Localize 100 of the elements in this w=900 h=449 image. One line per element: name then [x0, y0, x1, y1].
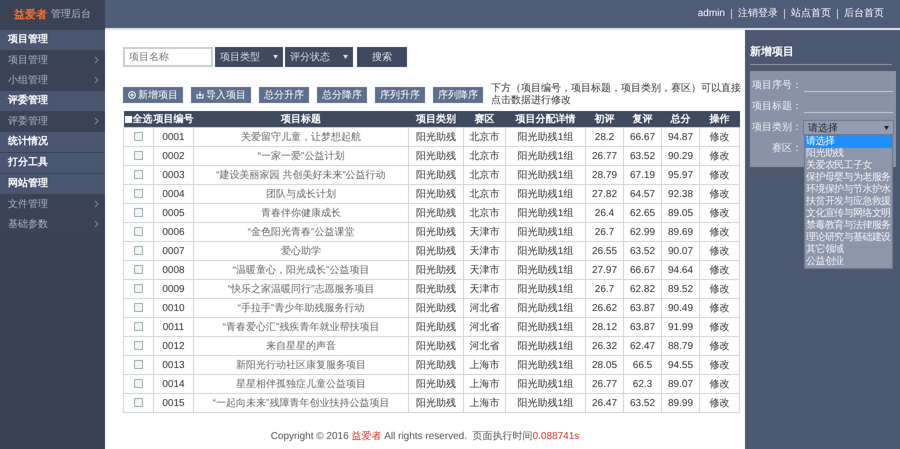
table-cell: 阳光助残1组: [506, 204, 586, 222]
column-header: 复评: [624, 111, 662, 128]
table-cell: 阳光助残: [408, 222, 464, 242]
table-cell: 26.7: [586, 222, 624, 242]
table-cell: 0014: [154, 374, 194, 394]
field-label: 项目标题：: [752, 100, 802, 113]
table-cell: 上海市: [464, 356, 506, 374]
sidebar-item-label: 小组管理: [8, 74, 48, 87]
table-cell: 阳光助残1组: [506, 166, 586, 184]
table-cell: 北京市: [464, 204, 506, 222]
table-cell: 河北省: [464, 336, 506, 356]
table-cell: 90.07: [662, 242, 700, 260]
table-cell: 26.62: [586, 298, 624, 318]
table-cell: 63.87: [624, 298, 662, 318]
table-cell: 0013: [154, 356, 194, 374]
table-cell: 63.52: [624, 242, 662, 260]
table-cell: 阳光助残: [408, 184, 464, 204]
column-header: 总分: [662, 111, 700, 128]
column-header: 操作: [700, 111, 740, 128]
table-cell: 0015: [154, 394, 194, 412]
table-cell: 62.82: [624, 280, 662, 298]
table-cell: 67.19: [624, 166, 662, 184]
column-header: 初评: [586, 111, 624, 128]
table-cell: 0010: [154, 298, 194, 318]
table-cell: 阳光助残: [408, 298, 464, 318]
table-cell: 89.05: [662, 204, 700, 222]
panel-title: 新增项目: [750, 44, 892, 65]
table-cell: 0011: [154, 318, 194, 336]
table-cell: 阳光助残: [408, 356, 464, 374]
table-cell: 阳光助残1组: [506, 394, 586, 412]
table-cell: 爱心助学: [194, 242, 408, 260]
table-cell: 94.64: [662, 260, 700, 280]
table-cell: 北京市: [464, 128, 506, 146]
table-cell: 90.29: [662, 146, 700, 166]
table-cell: 阳光助残: [408, 336, 464, 356]
table-cell: 0008: [154, 260, 194, 280]
table-cell: 90.49: [662, 298, 700, 318]
table-cell: 阳光助残1组: [506, 318, 586, 336]
table-cell: 天津市: [464, 260, 506, 280]
user-name: admin: [696, 9, 726, 19]
column-header: 项目编号: [154, 111, 194, 128]
logo-text: 益爱者: [14, 8, 47, 22]
table-cell: 95.97: [662, 166, 700, 184]
table-cell: 89.99: [662, 394, 700, 412]
table-cell: 94.87: [662, 128, 700, 146]
table-cell: “一起向未来”残障青年创业扶持公益项目: [194, 394, 408, 412]
table-cell: 星星相伴孤独症儿童公益项目: [194, 374, 408, 394]
table-cell: “金色阳光青春”公益课堂: [194, 222, 408, 242]
table-cell: 26.7: [586, 280, 624, 298]
column-header: 赛区: [464, 111, 506, 128]
table-cell: 北京市: [464, 184, 506, 204]
table-cell: 66.67: [624, 260, 662, 280]
sidebar-item-label: 基础参数: [8, 218, 48, 231]
table-cell: 28.79: [586, 166, 624, 184]
table-cell: 63.87: [624, 318, 662, 336]
table-cell: “温暖童心，阳光成长”公益项目: [194, 260, 408, 280]
table-cell: “一家一爱”公益计划: [194, 146, 408, 166]
table-cell: 28.12: [586, 318, 624, 336]
field-label: 项目序号：: [752, 78, 802, 92]
table-cell: 0007: [154, 242, 194, 260]
table-cell: “快乐之家温暖同行”志愿服务项目: [194, 280, 408, 298]
table-cell: 阳光助残: [408, 318, 464, 336]
table-cell: 26.47: [586, 394, 624, 412]
table-cell: 94.55: [662, 356, 700, 374]
table-cell: 92.38: [662, 184, 700, 204]
table-cell: 62.47: [624, 336, 662, 356]
table-cell: “手拉手”青少年助残服务行动: [194, 298, 408, 318]
table-cell: 28.2: [586, 128, 624, 146]
table-cell: 27.82: [586, 184, 624, 204]
table-cell: 62.99: [624, 222, 662, 242]
table-cell: 0009: [154, 280, 194, 298]
logo-subtitle: 管理后台: [51, 8, 91, 21]
table-cell: 0004: [154, 184, 194, 204]
table-cell: 阳光助残1组: [506, 260, 586, 280]
table-cell: 阳光助残: [408, 394, 464, 412]
table-cell: 0005: [154, 204, 194, 222]
table-cell: 66.67: [624, 128, 662, 146]
table-cell: 阳光助残: [408, 146, 464, 166]
table-cell: 阳光助残: [408, 242, 464, 260]
column-header: 项目标题: [194, 111, 408, 128]
table-cell: 0001: [154, 128, 194, 146]
table-cell: 阳光助残: [408, 204, 464, 222]
sidebar-item-label: 项目管理: [8, 54, 48, 67]
table-cell: 26.4: [586, 204, 624, 222]
table-cell: 团队与成长计划: [194, 184, 408, 204]
column-header: 项目类别: [408, 111, 464, 128]
sidebar-item-label: 文件管理: [8, 198, 48, 211]
table-cell: 64.57: [624, 184, 662, 204]
table-cell: 62.65: [624, 204, 662, 222]
table-cell: 27.97: [586, 260, 624, 280]
table-cell: 来自星星的声音: [194, 336, 408, 356]
table-cell: 28.05: [586, 356, 624, 374]
table-cell: 天津市: [464, 222, 506, 242]
table-cell: 上海市: [464, 394, 506, 412]
table-cell: 阳光助残1组: [506, 184, 586, 204]
table-cell: 88.79: [662, 336, 700, 356]
table-cell: 北京市: [464, 146, 506, 166]
table-cell: 63.52: [624, 146, 662, 166]
table-cell: 阳光助残1组: [506, 242, 586, 260]
table-cell: 关爱留守儿童，让梦想起航: [194, 128, 408, 146]
